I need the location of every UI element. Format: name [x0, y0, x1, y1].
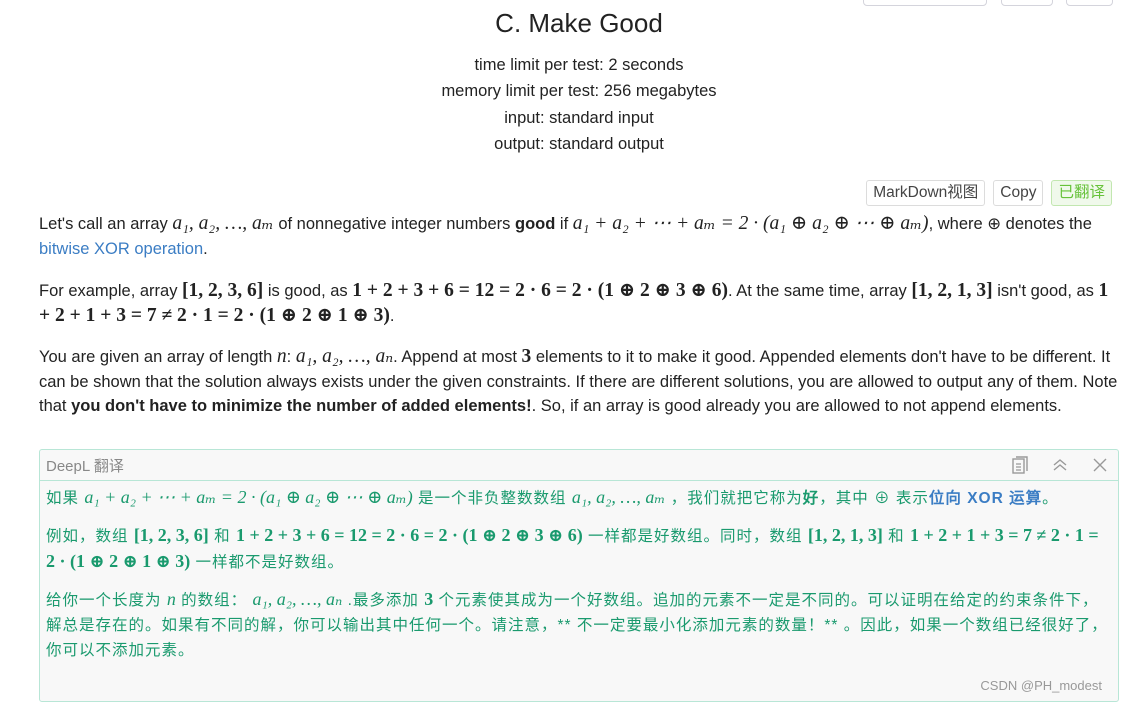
top-button-stub-1[interactable] — [863, 0, 987, 6]
math: a₁, a₂, …, aₘ — [172, 213, 274, 234]
math: a₁ + a₂ + ⋯ + aₘ = 2 · (a₁ ⊕ a₂ ⊕ ⋯ ⊕ aₘ… — [572, 213, 929, 234]
statement-toolbar: MarkDown视图 Copy 已翻译 — [866, 180, 1112, 206]
statement-paragraph-1: Let's call an array a₁, a₂, …, aₘ of non… — [39, 213, 1092, 258]
math: 3 — [424, 589, 434, 609]
deepl-title: DeepL 翻译 — [46, 457, 124, 475]
math: a₁ + a₂ + ⋯ + aₘ = 2 · (a₁ ⊕ a₂ ⊕ ⋯ ⊕ aₘ… — [84, 487, 413, 507]
csdn-watermark: CSDN @PH_modest — [980, 678, 1102, 693]
problem-limits: time limit per test: 2 seconds memory li… — [0, 52, 1134, 157]
output-spec: output: standard output — [494, 134, 664, 153]
top-button-stub-2[interactable] — [1001, 0, 1053, 6]
deepl-header: DeepL 翻译 — [40, 450, 1118, 481]
math: a₁, a₂, …, aₙ — [295, 346, 394, 367]
math: [1, 2, 1, 3] — [807, 525, 883, 545]
math: a₁, a₂, …, aₙ — [252, 589, 343, 609]
memory-limit: memory limit per test: 256 megabytes — [441, 82, 717, 101]
top-button-stub-3[interactable] — [1066, 0, 1113, 6]
xor-link[interactable]: bitwise XOR operation — [39, 240, 203, 258]
input-spec: input: standard input — [504, 108, 654, 127]
math: 1 + 2 + 3 + 6 = 12 = 2 · 6 = 2 · (1 ⊕ 2 … — [352, 280, 728, 301]
markdown-view-button[interactable]: MarkDown视图 — [866, 180, 986, 206]
math: n — [166, 589, 176, 609]
translated-button[interactable]: 已翻译 — [1051, 180, 1112, 206]
math: n — [276, 346, 287, 367]
deepl-translation-panel: DeepL 翻译 如果 a₁ + a₂ + ⋯ + aₘ = 2 · (a₁ ⊕… — [39, 449, 1119, 702]
collapse-icon[interactable] — [1048, 453, 1072, 477]
math: 3 — [521, 346, 532, 367]
translation-paragraph-1: 如果 a₁ + a₂ + ⋯ + aₘ = 2 · (a₁ ⊕ a₂ ⊕ ⋯ ⊕… — [46, 487, 1059, 507]
math: [1, 2, 3, 6] — [133, 525, 209, 545]
deepl-body: 如果 a₁ + a₂ + ⋯ + aₘ = 2 · (a₁ ⊕ a₂ ⊕ ⋯ ⊕… — [40, 481, 1118, 679]
translation-paragraph-3: 给你一个长度为 n 的数组： a₁, a₂, …, aₙ .最多添加 3 个元素… — [46, 589, 1108, 659]
problem-title: C. Make Good — [495, 8, 663, 38]
math: [1, 2, 3, 6] — [182, 280, 264, 301]
copy-doc-icon[interactable] — [1008, 453, 1032, 477]
statement-paragraph-2: For example, array [1, 2, 3, 6] is good,… — [39, 280, 1109, 326]
xor-link-translated[interactable]: 位向 XOR 运算 — [929, 490, 1042, 507]
translation-paragraph-2: 例如，数组 [1, 2, 3, 6] 和 1 + 2 + 3 + 6 = 12 … — [46, 525, 1099, 571]
copy-button[interactable]: Copy — [993, 180, 1044, 206]
math: a₁, a₂, …, aₘ — [571, 487, 666, 507]
math: 1 + 2 + 3 + 6 = 12 = 2 · 6 = 2 · (1 ⊕ 2 … — [235, 525, 583, 545]
time-limit: time limit per test: 2 seconds — [474, 56, 684, 74]
close-icon[interactable] — [1088, 453, 1112, 477]
statement-paragraph-3: You are given an array of length n: a₁, … — [39, 346, 1118, 415]
math: [1, 2, 1, 3] — [911, 280, 993, 301]
